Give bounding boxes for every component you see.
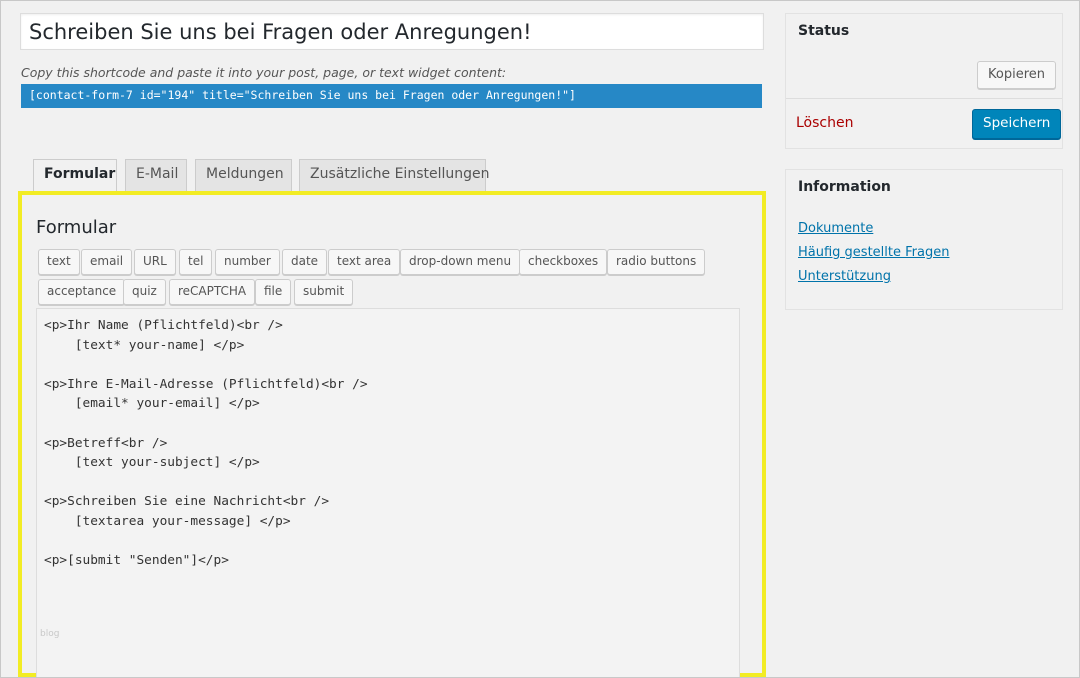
status-heading: Status xyxy=(798,23,850,39)
shortcode-hint: Copy this shortcode and paste it into yo… xyxy=(21,65,507,80)
shortcode-field[interactable]: [contact-form-7 id="194" title="Schreibe… xyxy=(21,84,762,108)
status-box: Status Kopieren Löschen Speichern xyxy=(785,13,1063,149)
tag-button-radio-buttons[interactable]: radio buttons xyxy=(607,249,706,275)
tag-button-acceptance[interactable]: acceptance xyxy=(38,279,126,305)
tab-email[interactable]: E-Mail xyxy=(125,159,187,191)
delete-link[interactable]: Löschen xyxy=(796,115,853,131)
panel-title: Formular xyxy=(36,217,117,238)
support-link[interactable]: Unterstützung xyxy=(798,269,891,284)
tag-button-file[interactable]: file xyxy=(255,279,292,305)
tag-button-quiz[interactable]: quiz xyxy=(123,279,166,305)
tag-button-text[interactable]: text xyxy=(38,249,80,275)
information-heading: Information xyxy=(798,179,891,195)
tag-button-url[interactable]: URL xyxy=(134,249,176,275)
faq-link[interactable]: Häufig gestellte Fragen xyxy=(798,245,949,260)
tag-button-date[interactable]: date xyxy=(282,249,328,275)
form-title-input[interactable] xyxy=(20,13,764,50)
form-editor-panel: Formular text email URL tel number date … xyxy=(18,191,766,678)
tag-button-checkboxes[interactable]: checkboxes xyxy=(519,249,608,275)
tag-button-text-area[interactable]: text area xyxy=(328,249,401,275)
information-box: Information Dokumente Häufig gestellte F… xyxy=(785,169,1063,310)
tag-button-recaptcha[interactable]: reCAPTCHA xyxy=(169,279,256,305)
tag-button-email[interactable]: email xyxy=(81,249,133,275)
tab-meldungen[interactable]: Meldungen xyxy=(195,159,292,191)
save-button[interactable]: Speichern xyxy=(972,109,1062,139)
status-divider xyxy=(786,98,1062,99)
tag-button-drop-down-menu[interactable]: drop-down menu xyxy=(400,249,521,275)
tag-button-tel[interactable]: tel xyxy=(179,249,213,275)
tab-formular[interactable]: Formular xyxy=(33,159,117,192)
watermark: blog xyxy=(40,629,60,639)
copy-button[interactable]: Kopieren xyxy=(977,61,1056,89)
tag-button-number[interactable]: number xyxy=(215,249,280,275)
form-template-editor[interactable]: <p>Ihr Name (Pflichtfeld)<br /> [text* y… xyxy=(36,308,740,678)
docs-link[interactable]: Dokumente xyxy=(798,221,873,236)
tag-button-submit[interactable]: submit xyxy=(294,279,354,305)
tab-zusaetzliche-einstellungen[interactable]: Zusätzliche Einstellungen xyxy=(299,159,490,191)
